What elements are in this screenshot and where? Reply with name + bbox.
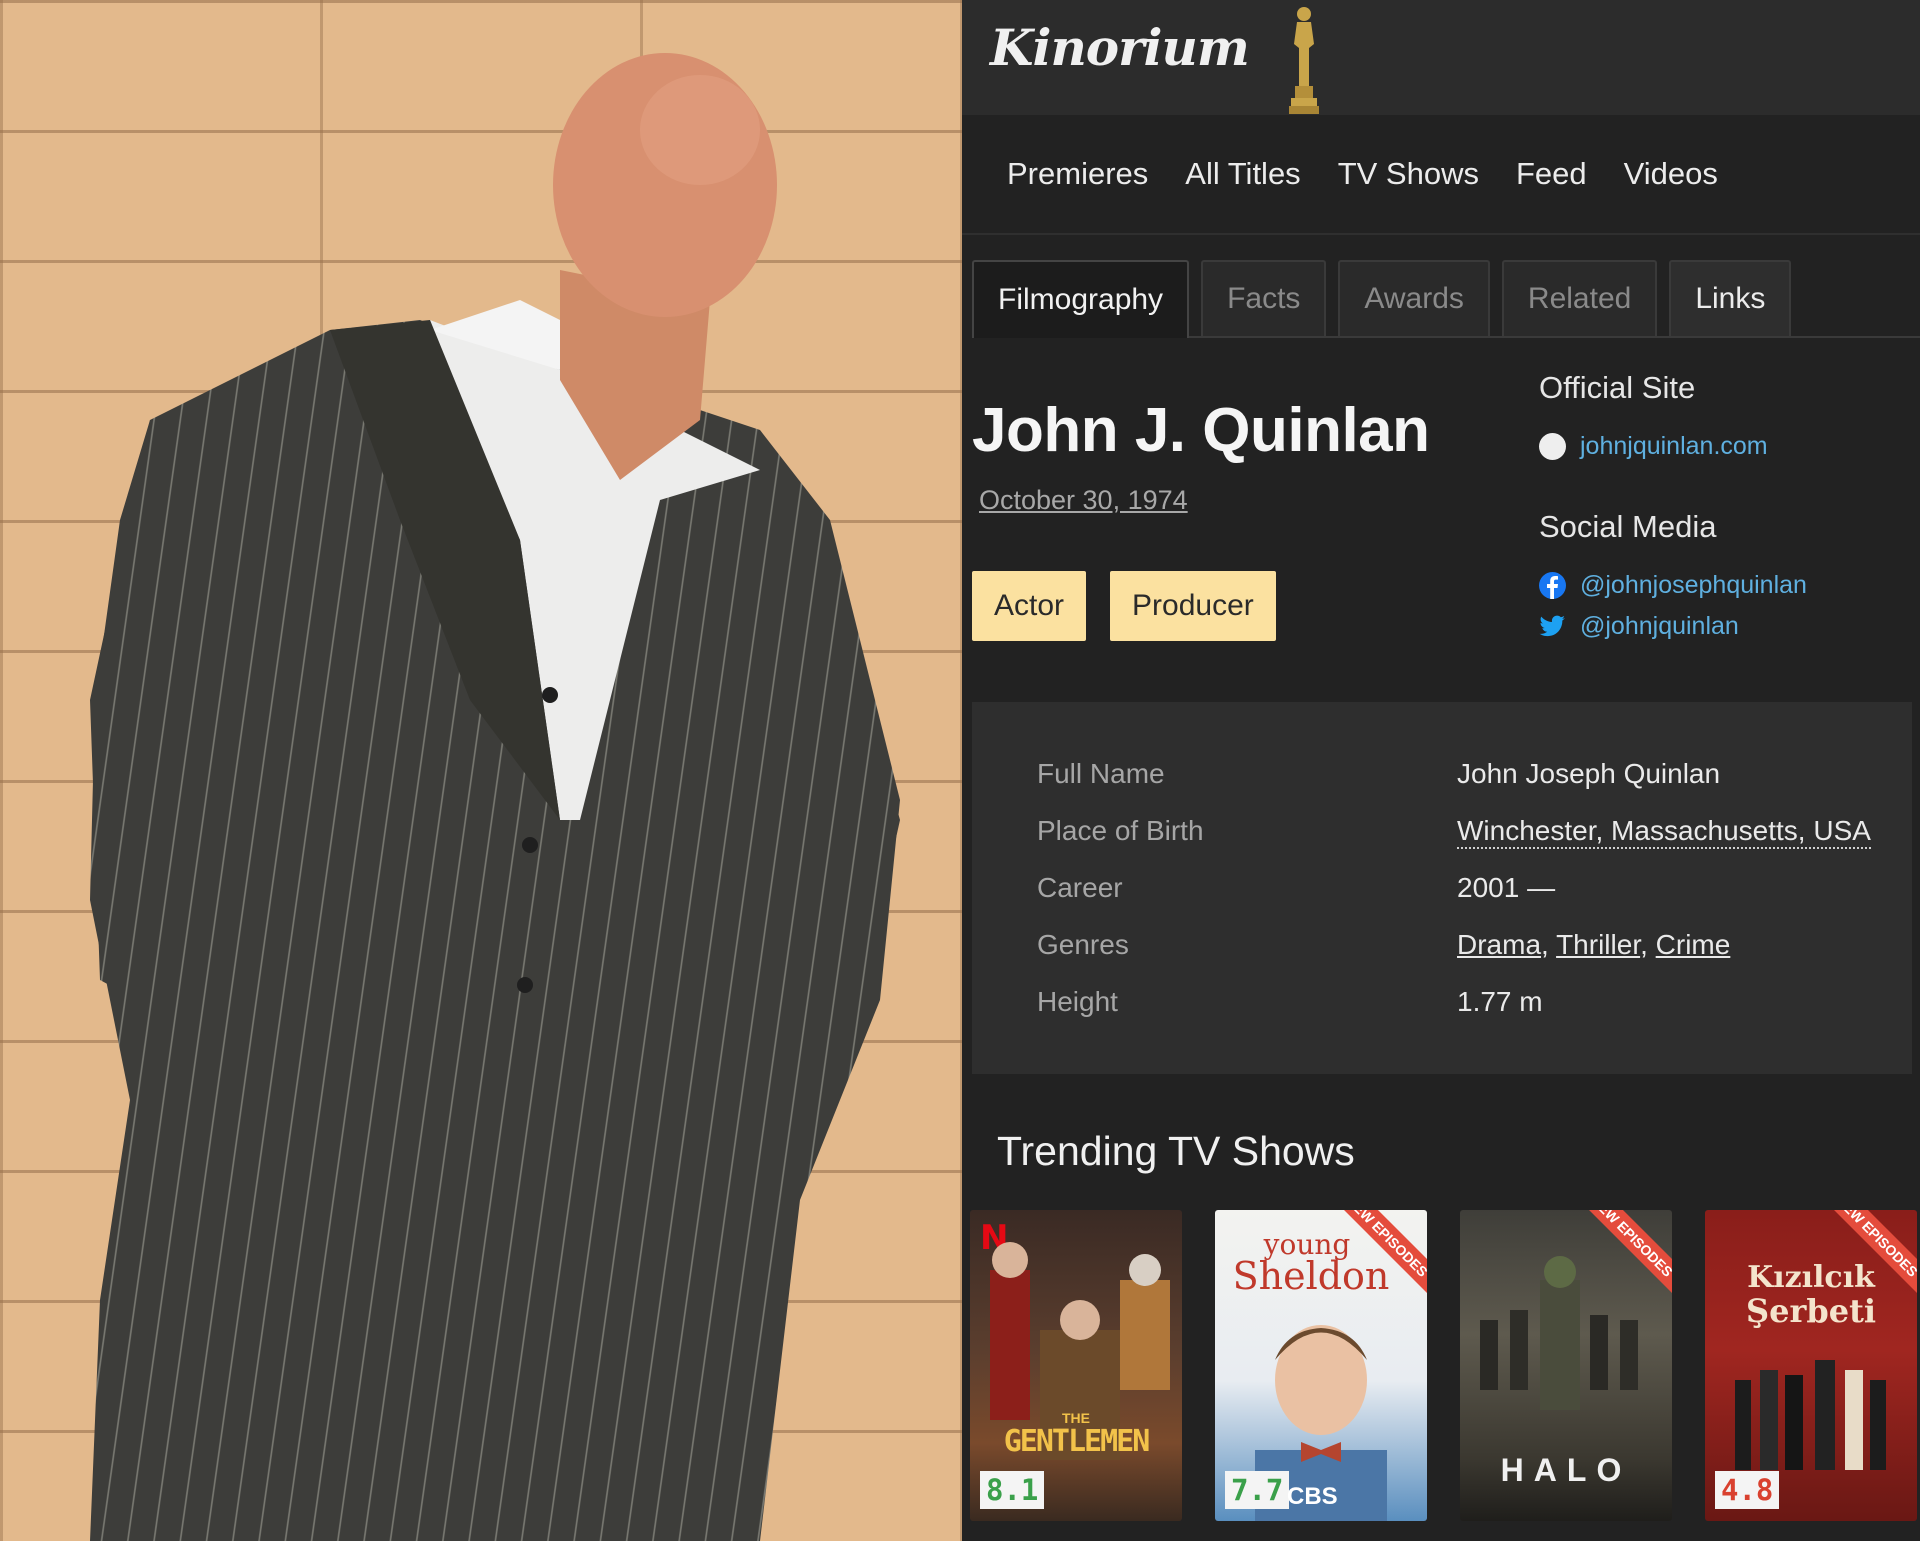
site-logo[interactable]: Kinorium — [990, 18, 1250, 77]
nav-tv-shows[interactable]: TV Shows — [1338, 156, 1479, 192]
role-badges: Actor Producer — [972, 571, 1276, 641]
person-photo — [0, 0, 962, 1541]
nav-all-titles[interactable]: All Titles — [1185, 156, 1300, 192]
tab-filmography[interactable]: Filmography — [972, 260, 1190, 338]
oscar-statuette-icon — [1287, 4, 1321, 121]
cbs-network-logo: CBS — [1287, 1483, 1338, 1510]
facebook-icon — [1539, 572, 1566, 599]
tab-facts: Facts — [1201, 260, 1327, 336]
twitter-icon — [1539, 615, 1565, 636]
height-value: 1.77 m — [1457, 986, 1543, 1017]
website-icon — [1539, 433, 1566, 460]
rating-badge: 4.8 — [1715, 1471, 1780, 1509]
show-poster-kizilcik-serbeti[interactable]: Kızılcık Şerbeti 4.8 NEW EPISODES — [1705, 1210, 1917, 1521]
birthplace-label: Place of Birth — [1037, 815, 1204, 846]
nav-premieres[interactable]: Premieres — [1007, 156, 1148, 192]
links-sidebar: Official Site johnjquinlan.com Social Me… — [1539, 370, 1909, 641]
poster-title-line2: HALO — [1500, 1452, 1632, 1488]
full-name-value: John Joseph Quinlan — [1457, 758, 1721, 789]
person-name: John J. Quinlan — [972, 396, 1430, 465]
rating-badge: 7.7 — [1225, 1471, 1290, 1509]
role-actor-badge[interactable]: Actor — [972, 571, 1087, 641]
career-label: Career — [1037, 872, 1123, 903]
tab-related: Related — [1501, 260, 1658, 336]
poster-title-line2: GENTLEMEN — [1003, 1424, 1151, 1459]
genres-value: Drama, Thriller, Crime — [1457, 929, 1731, 960]
rating-badge: 8.1 — [980, 1471, 1045, 1509]
genre-thriller-link[interactable]: Thriller — [1556, 929, 1640, 960]
profile-tabs: Filmography Facts Awards Related Links — [972, 260, 1920, 338]
tab-links[interactable]: Links — [1669, 260, 1792, 336]
top-bar: Kinorium — [962, 0, 1920, 115]
birthplace-link[interactable]: Winchester, Massachusetts, USA — [1457, 815, 1871, 849]
show-poster-gentlemen[interactable]: N THE GENTLEMEN 8.1 — [970, 1210, 1182, 1521]
career-value: 2001 — — [1457, 872, 1556, 903]
facebook-link[interactable]: @johnjosephquinlan — [1580, 571, 1807, 600]
show-poster-young-sheldon[interactable]: young Sheldon 7.7 CBS NEW EPISODES — [1215, 1210, 1427, 1521]
person-info-card: Full Name John Joseph Quinlan Place of B… — [972, 702, 1912, 1074]
trending-heading: Trending TV Shows — [997, 1128, 1355, 1174]
kinorium-panel: Kinorium Premieres All Titles TV Shows F… — [962, 0, 1920, 1541]
social-media-heading: Social Media — [1539, 509, 1717, 544]
full-name-label: Full Name — [1037, 758, 1165, 789]
twitter-link[interactable]: @johnjquinlan — [1580, 612, 1739, 641]
trending-shows-row: N THE GENTLEMEN 8.1 young Sheldon 7.7 CB… — [970, 1210, 1917, 1521]
nav-videos[interactable]: Videos — [1624, 156, 1718, 192]
official-site-link[interactable]: johnjquinlan.com — [1580, 432, 1768, 461]
genre-crime-link[interactable]: Crime — [1656, 929, 1731, 960]
height-label: Height — [1037, 986, 1118, 1017]
genres-label: Genres — [1037, 929, 1129, 960]
role-producer-badge[interactable]: Producer — [1110, 571, 1276, 641]
main-nav: Premieres All Titles TV Shows Feed Video… — [962, 115, 1920, 235]
genre-drama-link[interactable]: Drama — [1457, 929, 1541, 960]
birth-date-link[interactable]: October 30, 1974 — [979, 485, 1188, 516]
tab-awards: Awards — [1338, 260, 1490, 336]
nav-feed[interactable]: Feed — [1516, 156, 1587, 192]
official-site-heading: Official Site — [1539, 370, 1696, 405]
show-poster-halo[interactable]: HALO NEW EPISODES — [1460, 1210, 1672, 1521]
